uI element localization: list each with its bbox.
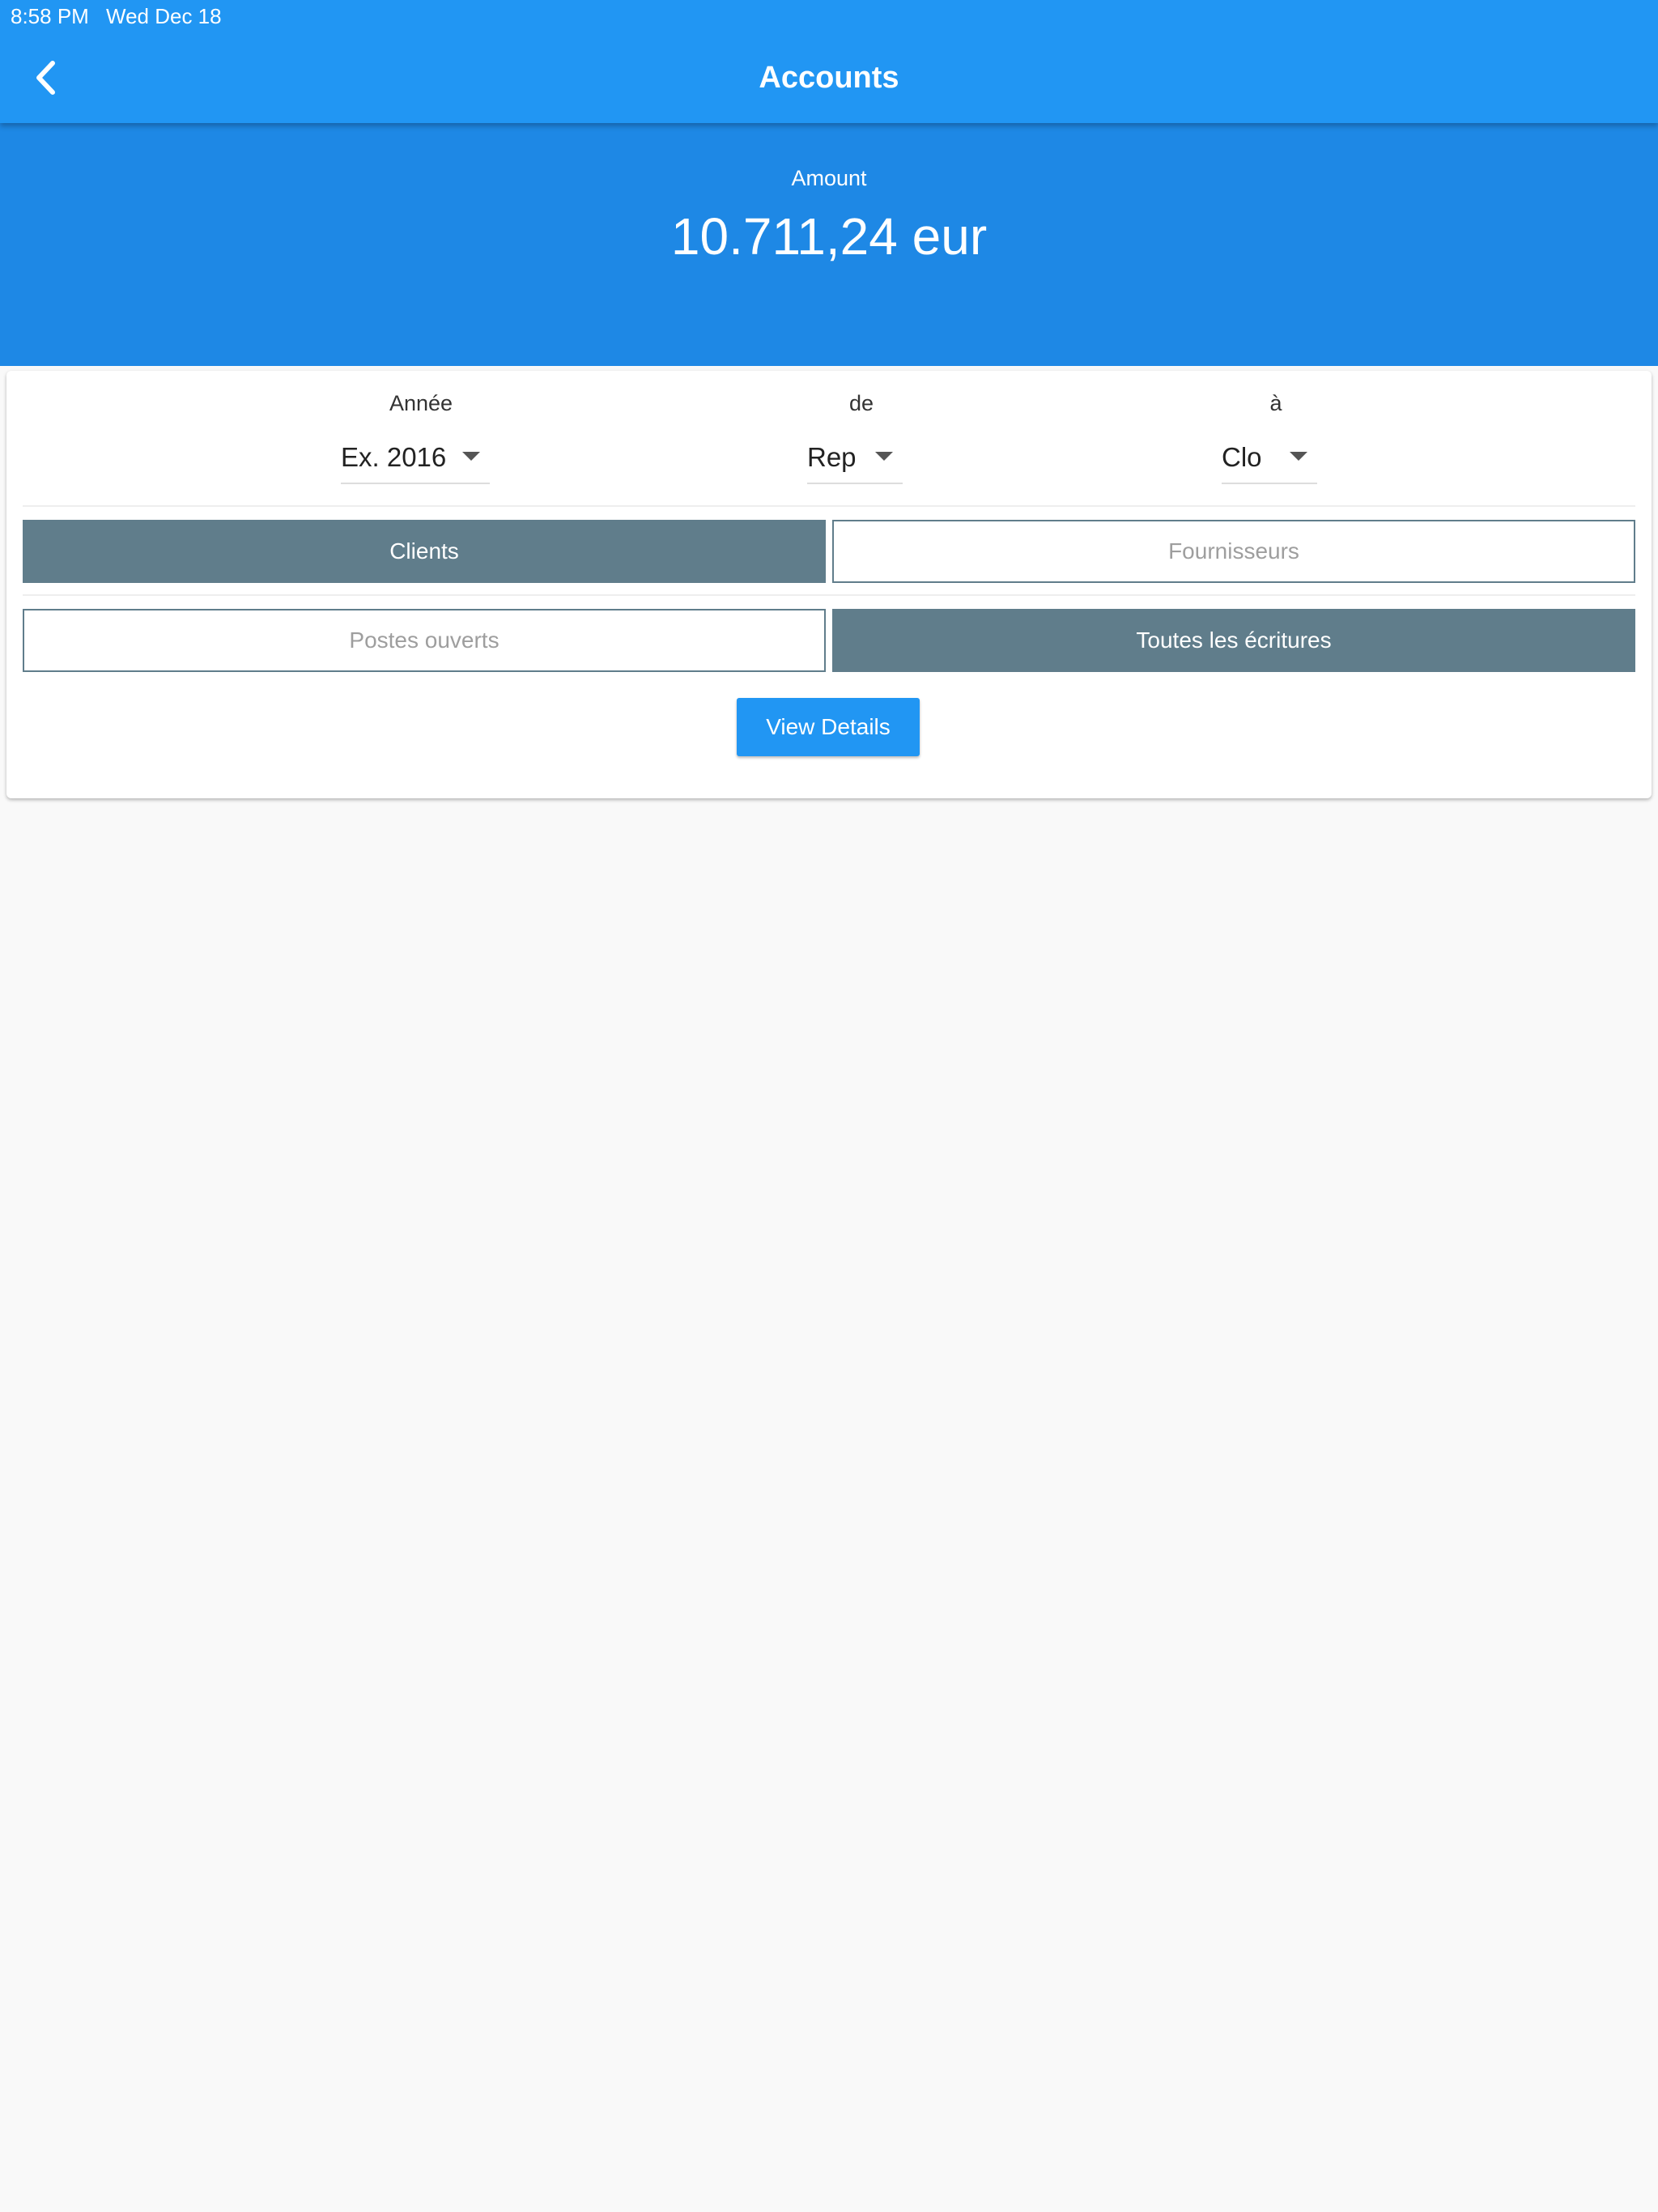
year-dropdown-value: Ex. 2016 (341, 442, 447, 472)
divider (23, 594, 1635, 596)
page-title: Accounts (759, 61, 899, 95)
from-label: de (848, 391, 874, 415)
status-time: 8:58 PM (11, 4, 89, 28)
amount-label: Amount (791, 166, 867, 190)
to-dropdown-value: Clo (1222, 442, 1262, 472)
to-dropdown[interactable]: Clo (1222, 432, 1317, 484)
divider (23, 505, 1635, 507)
dropdown-arrow-icon (875, 452, 893, 461)
filter-card: Année Ex. 2016 de Rep à Clo Clients Four… (6, 371, 1652, 798)
status-date: Wed Dec 18 (106, 4, 222, 28)
fournisseurs-button[interactable]: Fournisseurs (832, 520, 1635, 583)
year-dropdown[interactable]: Ex. 2016 (341, 432, 490, 484)
to-label: à (1269, 391, 1282, 415)
view-details-button[interactable]: View Details (737, 698, 920, 756)
amount-summary: Amount 10.711,24 eur (0, 123, 1658, 366)
toutes-les-ecritures-button[interactable]: Toutes les écritures (832, 609, 1635, 672)
app-bar: 8:58 PM Wed Dec 18 Accounts (0, 0, 1658, 123)
postes-ouverts-button[interactable]: Postes ouverts (23, 609, 826, 672)
clients-button[interactable]: Clients (23, 520, 826, 583)
from-dropdown-value: Rep (807, 442, 857, 472)
dropdown-arrow-icon (462, 452, 480, 461)
dropdown-arrow-icon (1290, 452, 1307, 461)
amount-value: 10.711,24 eur (670, 207, 988, 266)
from-dropdown[interactable]: Rep (807, 432, 903, 484)
year-label: Année (389, 391, 453, 415)
